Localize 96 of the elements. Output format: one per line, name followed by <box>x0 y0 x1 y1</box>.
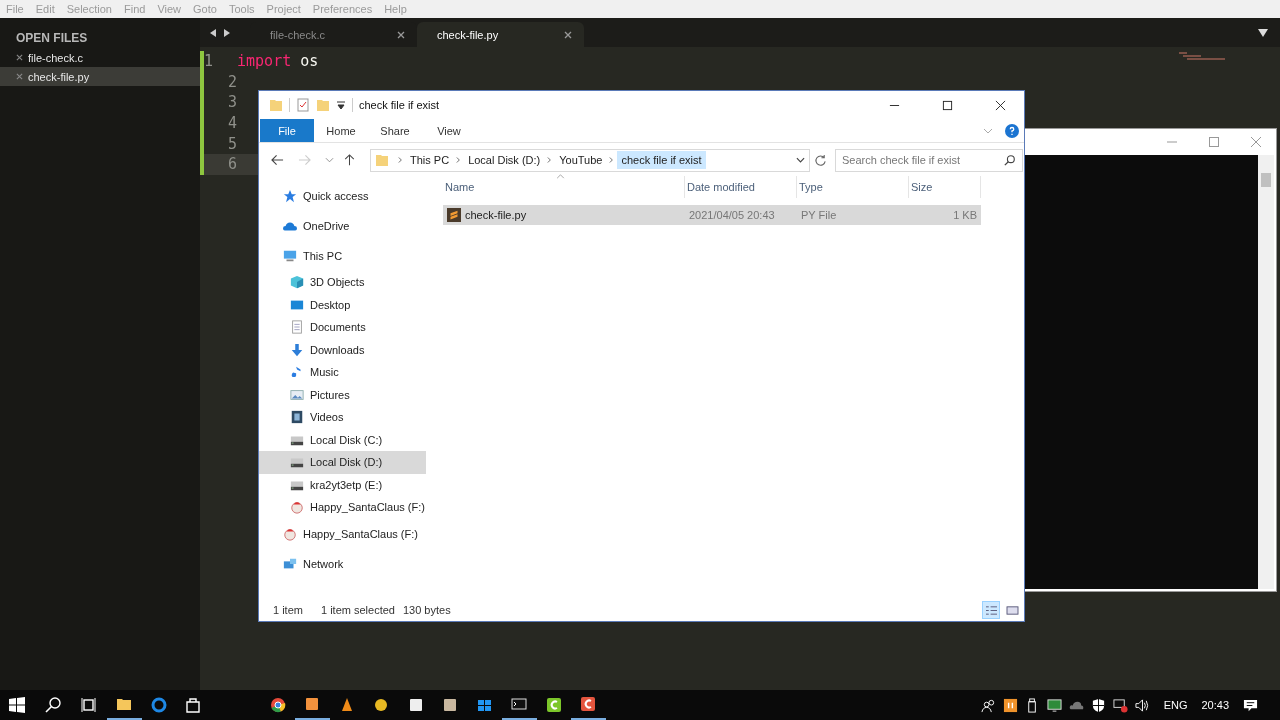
disc-icon <box>290 500 304 515</box>
open-file-item[interactable]: check-file.py <box>0 67 200 86</box>
file-icon <box>447 208 461 222</box>
nav-item[interactable]: Happy_SantaClaus (F:) <box>259 518 426 549</box>
folder-icon <box>375 153 389 167</box>
status-text: 1 item <box>273 604 303 616</box>
line-number: 5 <box>226 134 237 153</box>
code-keyword: import <box>237 52 292 71</box>
window-title: check file if exist <box>359 99 440 111</box>
nav-item[interactable]: kra2yt3etp (E:) <box>259 473 426 496</box>
scrollbar[interactable] <box>1258 155 1274 589</box>
sort-caret-icon <box>556 174 565 179</box>
help-icon[interactable] <box>1005 123 1019 138</box>
dropdown-icon[interactable] <box>336 100 346 110</box>
nav-item[interactable]: Documents <box>259 316 426 339</box>
dropdown-icon[interactable] <box>1258 28 1268 37</box>
line-number: 3 <box>226 93 237 112</box>
nav-item[interactable]: Quick access <box>259 181 426 211</box>
nav-item[interactable]: Local Disk (D:) <box>259 451 426 474</box>
document-icon <box>290 320 304 335</box>
table-cell-text: 2021/04/05 20:43 <box>688 209 776 221</box>
network-icon <box>283 556 297 571</box>
breadcrumb[interactable]: Local Disk (D:) <box>468 154 541 166</box>
nav-item[interactable]: Local Disk (C:) <box>259 428 426 451</box>
ribbon-tab[interactable]: Home <box>314 119 368 142</box>
nav-item[interactable]: Pictures <box>259 383 426 406</box>
close-icon[interactable] <box>397 30 405 39</box>
refresh-icon[interactable] <box>814 153 827 167</box>
file-name: check-file.py <box>28 70 90 83</box>
nav-item[interactable]: Network <box>259 548 426 579</box>
large-icons-view-icon <box>1005 604 1019 616</box>
network-icon[interactable] <box>1112 697 1128 713</box>
videos-icon <box>290 410 304 425</box>
up-arrow-icon[interactable] <box>343 154 356 166</box>
view-button[interactable] <box>982 601 1000 619</box>
status-text: 130 bytes <box>402 604 451 616</box>
file-name: file-check.c <box>28 51 84 64</box>
windows-start-icon[interactable] <box>9 697 25 713</box>
disc-icon <box>283 526 297 541</box>
nav-item[interactable]: 3D Objects <box>259 271 426 294</box>
nav-item[interactable]: Happy_SantaClaus (F:) <box>259 496 426 519</box>
chevron-icon[interactable] <box>796 157 805 163</box>
file-row[interactable]: check-file.py 2021/04/05 20:43 PY File 1 KB <box>443 205 981 225</box>
notification-icon[interactable] <box>1243 697 1258 713</box>
ribbon-tab[interactable]: File <box>260 119 314 142</box>
nav-item[interactable]: Videos <box>259 406 426 429</box>
nav-item[interactable]: Desktop <box>259 293 426 316</box>
nav-item[interactable]: OneDrive <box>259 211 426 241</box>
line-number: 2 <box>226 72 237 91</box>
cube-icon <box>290 275 304 290</box>
volume-icon[interactable] <box>1134 697 1150 713</box>
breadcrumb[interactable]: This PC <box>410 154 450 166</box>
column-header[interactable]: Date modified <box>685 176 797 198</box>
monitor-icon[interactable] <box>1046 697 1062 713</box>
breadcrumb[interactable]: YouTube <box>559 154 603 166</box>
search-icon[interactable] <box>45 697 61 713</box>
ribbon-tab[interactable]: Share <box>368 119 422 142</box>
details-view-icon <box>984 604 998 616</box>
download-icon <box>290 342 304 357</box>
line-number: 1 <box>204 52 214 71</box>
close-icon[interactable] <box>564 30 572 39</box>
task-view-icon[interactable] <box>81 697 97 713</box>
pictures-icon <box>290 387 304 402</box>
checklist-icon[interactable] <box>296 98 310 112</box>
people-icon[interactable] <box>980 697 996 713</box>
pc-icon <box>283 249 297 263</box>
clock[interactable]: 20:43 <box>1201 699 1229 711</box>
line-number: 4 <box>226 114 237 133</box>
close-icon[interactable] <box>995 99 1006 111</box>
nav-item[interactable]: Music <box>259 361 426 384</box>
maximize-icon[interactable] <box>942 99 953 111</box>
column-header[interactable]: Type <box>797 176 909 198</box>
language-indicator[interactable]: ENG <box>1163 699 1188 711</box>
line-number: 6 <box>226 155 237 174</box>
editor-tab[interactable]: check-file.py <box>417 22 584 47</box>
shield-icon[interactable] <box>1090 697 1106 713</box>
pause-icon[interactable] <box>1002 697 1018 713</box>
status-text: 1 item selected <box>320 604 395 616</box>
nav-item[interactable]: This PC <box>259 241 426 271</box>
search-field[interactable]: Search check file if exist <box>835 148 1023 172</box>
column-header[interactable]: Name <box>443 176 685 198</box>
table-cell-text: PY File <box>800 209 838 221</box>
address-bar[interactable]: This PC Local Disk (D:) YouTube check file if exist <box>370 148 810 172</box>
back-arrow-icon[interactable] <box>271 154 284 166</box>
star-icon <box>283 189 297 203</box>
sidebar-title: OPEN FILES <box>15 30 89 47</box>
table-cell: check-file.py <box>465 209 527 221</box>
code-text: os <box>300 52 319 71</box>
tab-scroll-icon[interactable] <box>210 27 230 38</box>
column-header[interactable]: Size <box>909 176 981 198</box>
search-icon <box>1004 153 1016 166</box>
table-cell-text: 1 KB <box>952 209 978 221</box>
breadcrumb[interactable]: check file if exist <box>617 151 706 169</box>
open-file-item[interactable]: file-check.c <box>0 48 200 67</box>
nav-item[interactable]: Downloads <box>259 338 426 361</box>
ribbon-tab[interactable]: View <box>422 119 476 142</box>
